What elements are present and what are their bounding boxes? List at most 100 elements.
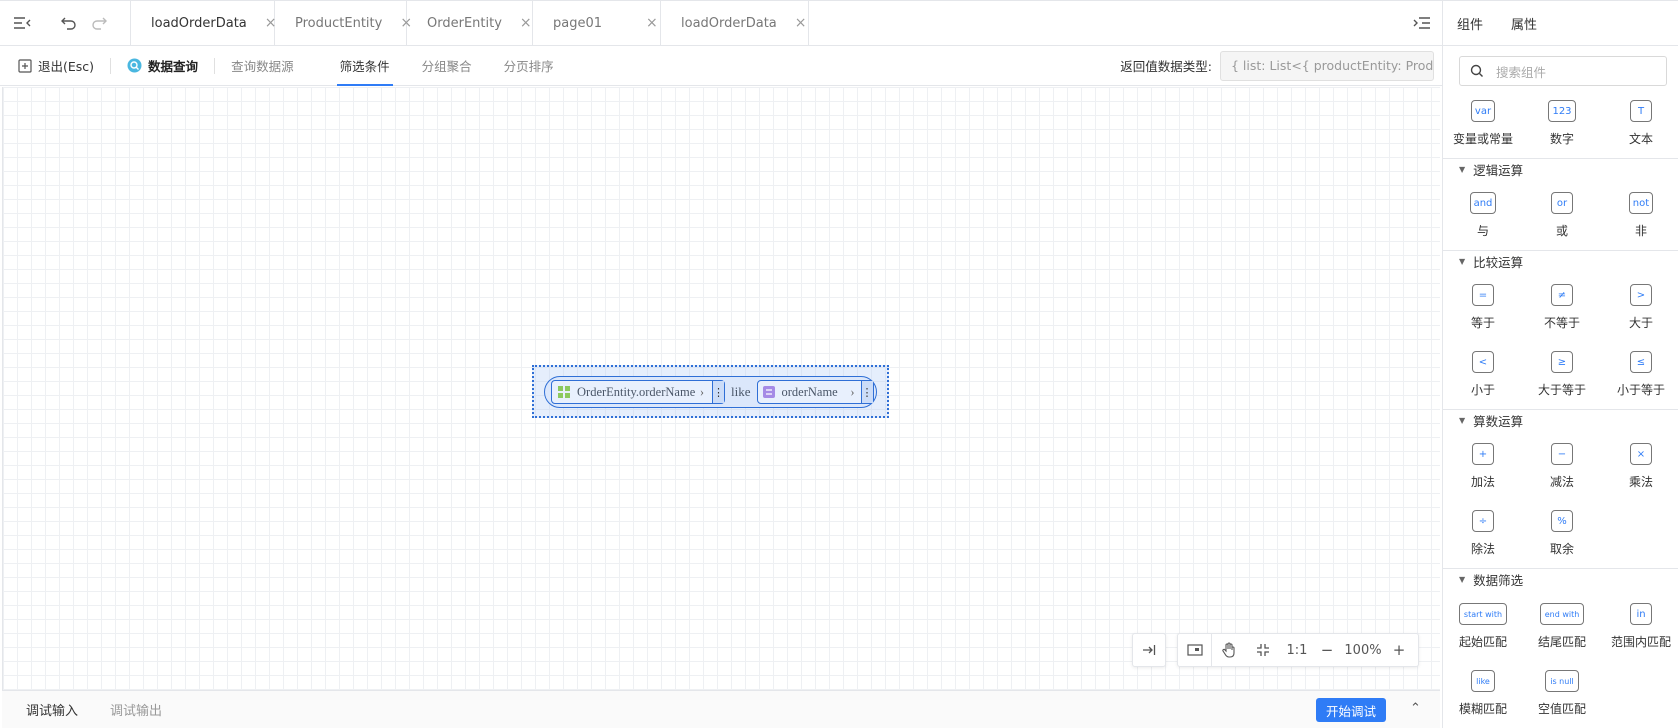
component-icon: var: [1470, 100, 1496, 122]
component-label: 变量或常量: [1452, 132, 1513, 146]
tab-properties[interactable]: 属性: [1511, 14, 1537, 33]
tab-loadorderdata[interactable]: loadOrderData ×: [131, 1, 277, 45]
component-item[interactable]: not 非: [1601, 192, 1678, 239]
chevron-right-icon[interactable]: ›: [850, 385, 854, 400]
component-item[interactable]: T 文本: [1601, 100, 1678, 147]
tab-filter-conditions[interactable]: 筛选条件: [336, 46, 393, 86]
pan-button[interactable]: [1212, 634, 1246, 666]
chevron-right-icon[interactable]: ›: [700, 385, 704, 400]
minimap-icon: [1186, 644, 1203, 656]
component-item[interactable]: is null 空值匹配: [1522, 670, 1602, 717]
component-label: 或: [1555, 224, 1568, 238]
toggle-panel-button[interactable]: [1402, 1, 1442, 45]
close-icon[interactable]: ×: [520, 15, 532, 31]
component-label: 结尾匹配: [1537, 635, 1586, 649]
component-item[interactable]: ≠ 不等于: [1522, 284, 1602, 331]
tab-label: loadOrderData: [151, 15, 247, 31]
auto-layout-toolbar: [1132, 633, 1166, 667]
component-item[interactable]: and 与: [1443, 192, 1523, 239]
exit-button[interactable]: 退出(Esc): [18, 56, 94, 75]
component-item[interactable]: end with 结尾匹配: [1522, 603, 1602, 650]
component-item[interactable]: − 减法: [1522, 443, 1602, 490]
tab-label: loadOrderData: [681, 15, 777, 31]
component-icon: ≠: [1551, 284, 1573, 306]
exit-label: 退出(Esc): [38, 59, 95, 74]
more-icon[interactable]: ⋮: [860, 381, 873, 403]
fit-right-button[interactable]: [1133, 634, 1165, 666]
close-icon[interactable]: ×: [795, 15, 807, 31]
chevron-up-icon[interactable]: ⌃: [1410, 701, 1421, 716]
right-operand[interactable]: orderName › ⋮: [756, 380, 874, 404]
component-item[interactable]: = 等于: [1443, 284, 1523, 331]
entity-icon: [558, 386, 570, 398]
section-header[interactable]: ▼ 算数运算: [1443, 409, 1678, 431]
component-item[interactable]: ≤ 小于等于: [1601, 351, 1678, 398]
tab-group-aggregate[interactable]: 分组聚合: [422, 46, 472, 86]
zoom-toolbar: 1:1 − 100% +: [1177, 633, 1419, 667]
component-item[interactable]: ≥ 大于等于: [1522, 351, 1602, 398]
tab-label: ProductEntity: [295, 15, 383, 31]
tab-bar: loadOrderData × ProductEntity × OrderEnt…: [0, 0, 1442, 46]
return-type-label: 返回值数据类型:: [1120, 59, 1212, 74]
tab-debug-input[interactable]: 调试输入: [26, 700, 78, 719]
filter-expression-selection[interactable]: OrderEntity.orderName › ⋮ like orderName…: [532, 365, 889, 418]
component-label: 小于等于: [1616, 383, 1665, 397]
close-icon[interactable]: ×: [646, 15, 658, 31]
tab-components[interactable]: 组件: [1457, 14, 1483, 33]
undo-button[interactable]: [54, 1, 84, 45]
zoom-out-button[interactable]: −: [1314, 634, 1340, 666]
section-header[interactable]: ▼ 比较运算: [1443, 250, 1678, 272]
component-label: 不等于: [1543, 316, 1580, 330]
component-label: 乘法: [1628, 475, 1653, 489]
component-item[interactable]: × 乘法: [1601, 443, 1678, 490]
zoom-in-button[interactable]: +: [1386, 634, 1412, 666]
menu-collapse-icon: [14, 17, 31, 29]
section-title: 逻辑运算: [1473, 163, 1524, 178]
component-item[interactable]: % 取余: [1522, 510, 1602, 557]
zoom-level: 100%: [1344, 642, 1382, 658]
redo-button[interactable]: [84, 1, 114, 45]
component-item[interactable]: > 大于: [1601, 284, 1678, 331]
filter-expression[interactable]: OrderEntity.orderName › ⋮ like orderName…: [544, 376, 877, 408]
component-icon: =: [1472, 284, 1494, 306]
tab-loadorderdata-2[interactable]: loadOrderData ×: [661, 1, 809, 45]
section-header[interactable]: ▼ 数据筛选: [1443, 568, 1678, 590]
tab-page01[interactable]: page01 ×: [533, 1, 661, 45]
tab-label: page01: [553, 15, 603, 31]
component-label: 大于等于: [1537, 383, 1586, 397]
component-item[interactable]: + 加法: [1443, 443, 1523, 490]
tab-label: OrderEntity: [427, 15, 502, 31]
component-icon: ≥: [1551, 351, 1573, 373]
component-item[interactable]: start with 起始匹配: [1443, 603, 1523, 650]
component-item[interactable]: 123 数字: [1522, 100, 1602, 147]
minimap-button[interactable]: [1178, 634, 1212, 666]
design-canvas[interactable]: OrderEntity.orderName › ⋮ like orderName…: [2, 87, 1440, 690]
component-item[interactable]: like 模糊匹配: [1443, 670, 1523, 717]
tab-paging-sort[interactable]: 分页排序: [504, 46, 554, 86]
component-item[interactable]: < 小于: [1443, 351, 1523, 398]
left-operand[interactable]: OrderEntity.orderName › ⋮: [551, 380, 725, 404]
component-item[interactable]: or 或: [1522, 192, 1602, 239]
tab-debug-output[interactable]: 调试输出: [110, 700, 162, 719]
start-debug-button[interactable]: 开始调试: [1316, 698, 1386, 722]
collapse-sidebar-button[interactable]: [0, 1, 44, 45]
component-item[interactable]: in 范围内匹配: [1601, 603, 1678, 650]
component-item[interactable]: ÷ 除法: [1443, 510, 1523, 557]
section-header[interactable]: ▼ 逻辑运算: [1443, 158, 1678, 180]
parameter-icon: [762, 386, 775, 398]
tab-query-source[interactable]: 查询数据源: [231, 46, 294, 86]
search-placeholder: 搜索组件: [1496, 64, 1547, 80]
tab-productentity[interactable]: ProductEntity ×: [275, 1, 412, 45]
caret-down-icon: ▼: [1459, 575, 1466, 584]
component-icon: +: [1472, 443, 1494, 465]
fit-screen-button[interactable]: [1246, 634, 1280, 666]
actual-size-button[interactable]: 1:1: [1280, 634, 1314, 666]
tab-orderentity[interactable]: OrderEntity ×: [407, 1, 533, 45]
component-item[interactable]: var 变量或常量: [1443, 100, 1523, 147]
search-input[interactable]: 搜索组件: [1459, 56, 1667, 86]
more-icon[interactable]: ⋮: [712, 381, 724, 403]
return-type-field[interactable]: { list: List<{ productEntity: Product: [1220, 50, 1434, 81]
section-title: 比较运算: [1473, 255, 1524, 270]
component-icon: and: [1469, 192, 1497, 214]
right-operand-label: orderName: [781, 384, 838, 399]
